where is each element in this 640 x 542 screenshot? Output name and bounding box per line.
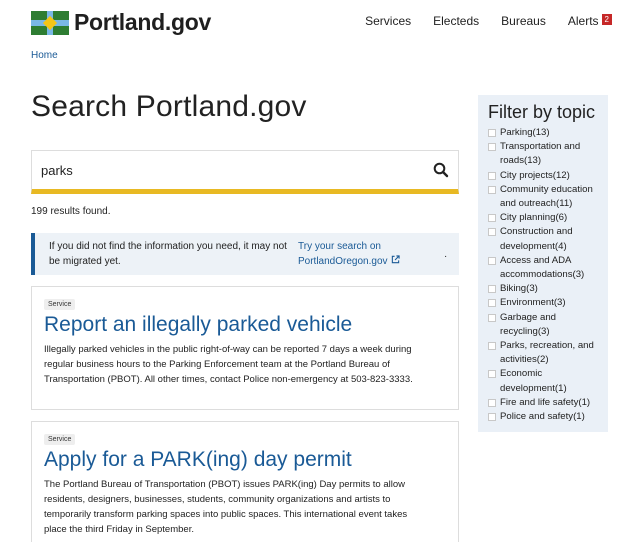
nav-services[interactable]: Services <box>365 14 411 28</box>
result-type-tag: Service <box>44 299 76 310</box>
filter-item-economic-development[interactable]: Economic development(1) <box>488 367 606 395</box>
filter-label: Fire and life safety(1) <box>500 396 591 408</box>
filter-label: Environment(3) <box>500 297 566 309</box>
result-title-link[interactable]: Apply for a PARK(ing) day permit <box>44 448 352 472</box>
filter-label: Garbage and recycling(3) <box>500 311 557 337</box>
search-input[interactable] <box>32 151 422 189</box>
filter-item-city-planning[interactable]: City planning(6) <box>488 211 606 225</box>
filter-item-police-safety[interactable]: Police and safety(1) <box>488 410 606 424</box>
result-card: Service Report an illegally parked vehic… <box>31 286 459 410</box>
migration-notice: If you did not find the information you … <box>31 233 459 275</box>
filter-checkbox[interactable] <box>488 342 496 351</box>
nav-bureaus[interactable]: Bureaus <box>501 14 546 28</box>
result-description: The Portland Bureau of Transportation (P… <box>44 479 408 535</box>
filter-list: Parking(13) Transportation and roads(13)… <box>488 126 606 424</box>
result-card: Service Apply for a PARK(ing) day permit… <box>31 421 459 542</box>
site-header: Portland.gov Services Electeds Bureaus A… <box>0 0 640 42</box>
filter-checkbox[interactable] <box>488 285 496 294</box>
site-logo[interactable]: Portland.gov <box>31 9 211 36</box>
filter-checkbox[interactable] <box>488 398 496 407</box>
result-description: Illegally parked vehicles in the public … <box>44 344 413 385</box>
filter-label: Construction and development(4) <box>500 226 573 252</box>
filter-label: Economic development(1) <box>500 368 567 394</box>
filter-checkbox[interactable] <box>488 299 496 308</box>
filter-label: Transportation and roads(13) <box>500 141 581 167</box>
filter-item-fire-life-safety[interactable]: Fire and life safety(1) <box>488 396 606 410</box>
filter-checkbox[interactable] <box>488 129 496 137</box>
filter-item-city-projects[interactable]: City projects(12) <box>488 169 606 183</box>
filter-checkbox[interactable] <box>488 370 496 379</box>
filter-item-parks-recreation[interactable]: Parks, recreation, and activities(2) <box>488 339 606 367</box>
notice-link-text: Try your search on PortlandOregon.gov <box>298 241 388 268</box>
filter-item-biking[interactable]: Biking(3) <box>488 282 606 296</box>
portland-flag-icon <box>31 10 69 35</box>
filter-checkbox[interactable] <box>488 171 496 180</box>
filter-label: Parking(13) <box>500 127 550 138</box>
search-icon[interactable] <box>432 161 450 179</box>
filter-label: Biking(3) <box>500 283 538 295</box>
filter-item-transportation[interactable]: Transportation and roads(13) <box>488 140 606 168</box>
filter-label: City planning(6) <box>500 212 568 224</box>
filter-checkbox[interactable] <box>488 413 496 422</box>
filter-item-access-ada[interactable]: Access and ADA accommodations(3) <box>488 254 606 282</box>
breadcrumb-home[interactable]: Home <box>31 50 58 61</box>
filter-label: City projects(12) <box>500 169 570 181</box>
logo-text: Portland.gov <box>74 9 211 35</box>
filter-checkbox[interactable] <box>488 143 496 152</box>
filter-checkbox[interactable] <box>488 256 496 265</box>
filter-checkbox[interactable] <box>488 313 496 322</box>
nav-alerts-label: Alerts <box>567 14 599 28</box>
filter-checkbox[interactable] <box>488 228 496 237</box>
filter-title: Filter by topic <box>488 102 596 122</box>
result-title-link[interactable]: Report an illegally parked vehicle <box>44 313 352 337</box>
filter-item-garbage-recycling[interactable]: Garbage and recycling(3) <box>488 311 606 339</box>
nav-alerts[interactable]: Alerts 2 <box>568 14 612 28</box>
nav-electeds[interactable]: Electeds <box>433 14 479 28</box>
notice-text: If you did not find the information you … <box>49 241 287 267</box>
alerts-badge: 2 <box>601 14 612 25</box>
filter-label: Parks, recreation, and activities(2) <box>500 340 594 366</box>
filter-label: Community education and outreach(11) <box>500 183 593 210</box>
filter-item-environment[interactable]: Environment(3) <box>488 296 606 310</box>
result-type-tag: Service <box>44 434 76 445</box>
filter-item-construction[interactable]: Construction and development(4) <box>488 225 606 253</box>
filter-item-parking[interactable]: Parking(13) <box>488 126 606 140</box>
topic-filter: Filter by topic Parking(13) Transportati… <box>478 95 608 432</box>
filter-checkbox[interactable] <box>488 185 496 194</box>
main-nav: Services Electeds Bureaus Alerts 2 <box>365 14 612 28</box>
filter-checkbox[interactable] <box>488 214 496 223</box>
search-box <box>31 150 459 194</box>
results-count: 199 results found. <box>31 206 111 217</box>
external-link-icon <box>391 254 400 269</box>
portlandoregon-search-link[interactable]: Try your search on PortlandOregon.gov <box>298 239 418 269</box>
filter-item-community-education[interactable]: Community education and outreach(11) <box>488 183 606 211</box>
filter-label: Access and ADA accommodations(3) <box>500 254 585 281</box>
page-title: Search Portland.gov <box>31 90 307 123</box>
notice-trailing: . <box>444 249 447 260</box>
filter-label: Police and safety(1) <box>500 411 585 423</box>
